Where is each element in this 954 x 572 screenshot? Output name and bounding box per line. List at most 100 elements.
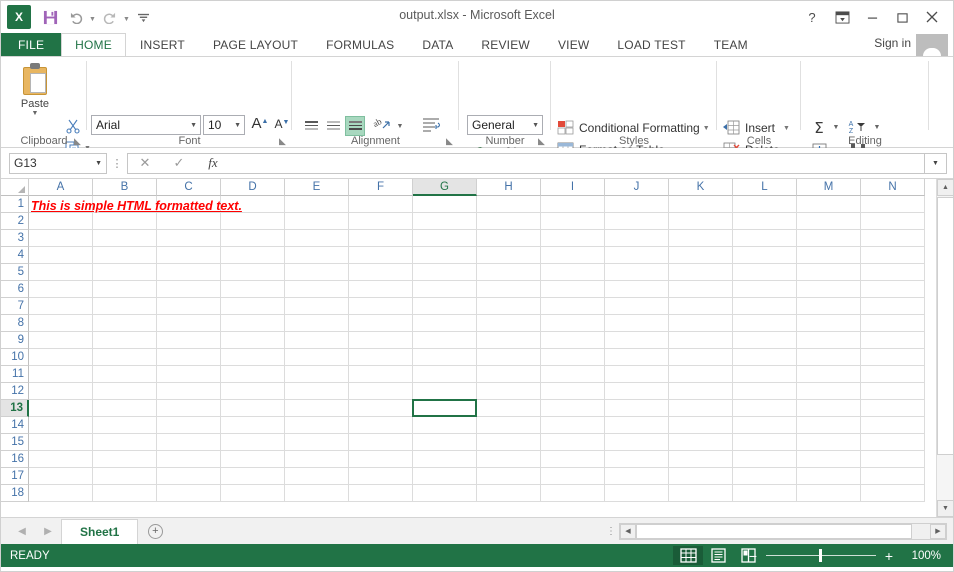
cell-K1[interactable]	[669, 196, 733, 213]
cell-B2[interactable]	[93, 213, 157, 230]
ribbon-display-options-icon[interactable]	[827, 5, 857, 29]
cell-C14[interactable]	[157, 417, 221, 434]
cell-B10[interactable]	[93, 349, 157, 366]
cell-G9[interactable]	[413, 332, 477, 349]
cell-C3[interactable]	[157, 230, 221, 247]
cell-I9[interactable]	[541, 332, 605, 349]
column-header-J[interactable]: J	[605, 179, 669, 196]
cell-H14[interactable]	[477, 417, 541, 434]
conditional-formatting-button[interactable]: Conditional Formatting ▼	[557, 117, 710, 139]
cell-F6[interactable]	[349, 281, 413, 298]
cell-J15[interactable]	[605, 434, 669, 451]
cell-E6[interactable]	[285, 281, 349, 298]
cell-N14[interactable]	[861, 417, 925, 434]
cell-E8[interactable]	[285, 315, 349, 332]
cell-C9[interactable]	[157, 332, 221, 349]
column-header-I[interactable]: I	[541, 179, 605, 196]
prev-sheet-icon[interactable]: ◀	[18, 526, 26, 537]
cell-D12[interactable]	[221, 383, 285, 400]
row-header-2[interactable]: 2	[1, 213, 29, 230]
cell-B9[interactable]	[93, 332, 157, 349]
cell-N7[interactable]	[861, 298, 925, 315]
cell-M1[interactable]	[797, 196, 861, 213]
select-all-button[interactable]	[1, 179, 29, 196]
cell-H6[interactable]	[477, 281, 541, 298]
cell-D5[interactable]	[221, 264, 285, 281]
cell-C15[interactable]	[157, 434, 221, 451]
cell-E18[interactable]	[285, 485, 349, 502]
horizontal-scroll-track[interactable]: ◀ ▶	[619, 522, 947, 540]
cell-H11[interactable]	[477, 366, 541, 383]
cell-E11[interactable]	[285, 366, 349, 383]
zoom-slider-thumb[interactable]	[819, 549, 822, 562]
cell-B12[interactable]	[93, 383, 157, 400]
cell-J2[interactable]	[605, 213, 669, 230]
add-sheet-button[interactable]: +	[138, 523, 172, 539]
cell-K17[interactable]	[669, 468, 733, 485]
cell-A8[interactable]	[29, 315, 93, 332]
cell-E1[interactable]	[285, 196, 349, 213]
cell-H7[interactable]	[477, 298, 541, 315]
page-layout-view-button[interactable]	[703, 546, 733, 565]
cell-L9[interactable]	[733, 332, 797, 349]
cell-F3[interactable]	[349, 230, 413, 247]
cell-L2[interactable]	[733, 213, 797, 230]
cancel-icon[interactable]: ✕	[128, 155, 162, 171]
cell-J9[interactable]	[605, 332, 669, 349]
tab-formulas[interactable]: FORMULAS	[312, 33, 408, 56]
cell-F17[interactable]	[349, 468, 413, 485]
row-header-10[interactable]: 10	[1, 349, 29, 366]
cell-L11[interactable]	[733, 366, 797, 383]
column-header-M[interactable]: M	[797, 179, 861, 196]
scroll-up-icon[interactable]: ▲	[937, 179, 953, 196]
cell-L4[interactable]	[733, 247, 797, 264]
cell-A9[interactable]	[29, 332, 93, 349]
cell-J14[interactable]	[605, 417, 669, 434]
sign-in-link[interactable]: Sign in	[874, 36, 911, 50]
cell-N15[interactable]	[861, 434, 925, 451]
font-dialog-launcher[interactable]: ◣	[279, 136, 289, 146]
row-header-5[interactable]: 5	[1, 264, 29, 281]
cell-K9[interactable]	[669, 332, 733, 349]
insert-function-icon[interactable]: fx	[196, 155, 230, 171]
cell-A2[interactable]	[29, 213, 93, 230]
cell-D2[interactable]	[221, 213, 285, 230]
tab-page-layout[interactable]: PAGE LAYOUT	[199, 33, 312, 56]
cell-M18[interactable]	[797, 485, 861, 502]
cell-I2[interactable]	[541, 213, 605, 230]
cell-J3[interactable]	[605, 230, 669, 247]
cell-L18[interactable]	[733, 485, 797, 502]
cell-F1[interactable]	[349, 196, 413, 213]
font-size-dropdown-icon[interactable]: ▼	[234, 122, 241, 129]
column-header-G[interactable]: G	[413, 179, 477, 196]
cell-L12[interactable]	[733, 383, 797, 400]
sort-and-filter-button[interactable]: A Z	[846, 116, 870, 138]
cell-G10[interactable]	[413, 349, 477, 366]
formula-input[interactable]	[230, 152, 925, 174]
shrink-font-button[interactable]: A▼	[271, 115, 293, 135]
cell-I1[interactable]	[541, 196, 605, 213]
grow-font-button[interactable]: A▲	[249, 115, 271, 135]
cell-M11[interactable]	[797, 366, 861, 383]
cell-A3[interactable]	[29, 230, 93, 247]
cell-I12[interactable]	[541, 383, 605, 400]
cell-N1[interactable]	[861, 196, 925, 213]
cell-M7[interactable]	[797, 298, 861, 315]
cell-G14[interactable]	[413, 417, 477, 434]
cell-N6[interactable]	[861, 281, 925, 298]
cell-D13[interactable]	[221, 400, 285, 417]
tab-team[interactable]: TEAM	[700, 33, 762, 56]
top-align-button[interactable]	[301, 116, 321, 136]
cell-C17[interactable]	[157, 468, 221, 485]
cell-F4[interactable]	[349, 247, 413, 264]
column-header-A[interactable]: A	[29, 179, 93, 196]
cell-H1[interactable]	[477, 196, 541, 213]
scrollbar-resize-handle[interactable]: ⋮	[603, 526, 619, 537]
tab-data[interactable]: DATA	[408, 33, 467, 56]
cell-B6[interactable]	[93, 281, 157, 298]
zoom-out-button[interactable]: −	[743, 548, 763, 564]
cell-K18[interactable]	[669, 485, 733, 502]
cell-M15[interactable]	[797, 434, 861, 451]
cell-E13[interactable]	[285, 400, 349, 417]
cell-L1[interactable]	[733, 196, 797, 213]
